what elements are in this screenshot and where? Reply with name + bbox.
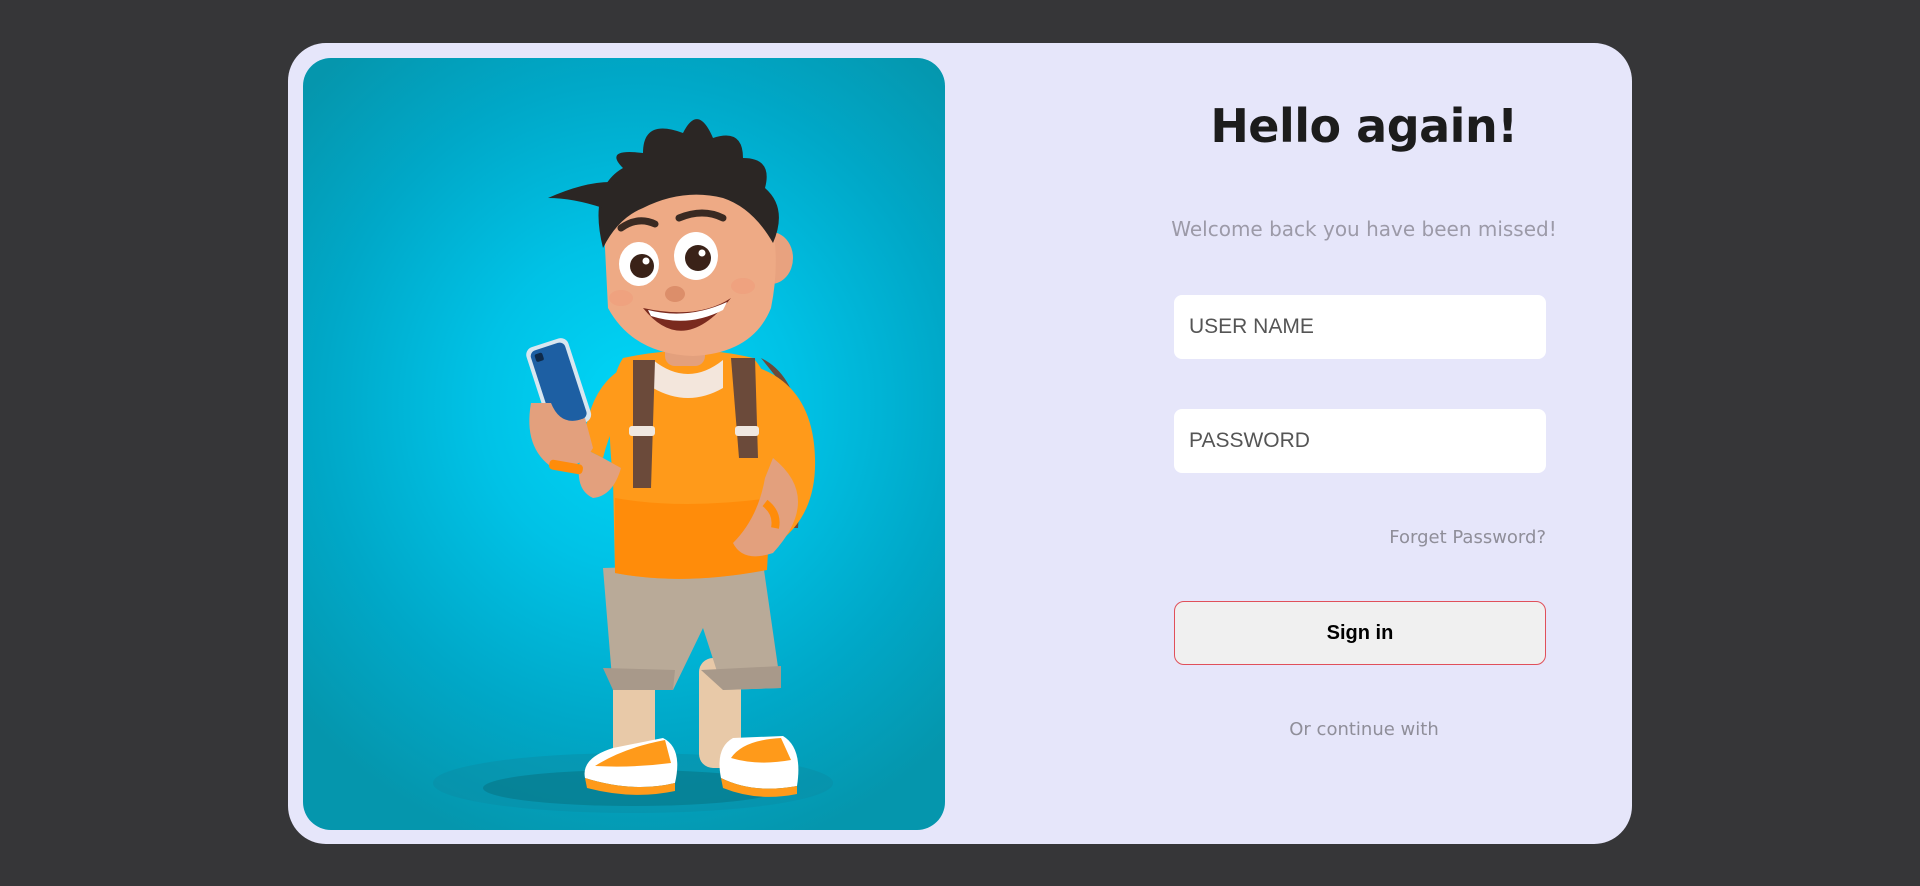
welcome-subtitle: Welcome back you have been missed! — [1171, 217, 1557, 241]
continue-with-label: Or continue with — [1289, 719, 1439, 740]
login-form: Hello again! Welcome back you have been … — [1166, 43, 1562, 844]
forgot-password-link[interactable]: Forget Password? — [1389, 527, 1546, 548]
password-input[interactable] — [1174, 409, 1546, 473]
sign-in-button[interactable]: Sign in — [1174, 601, 1546, 665]
page-title: Hello again! — [1210, 99, 1518, 153]
username-input[interactable] — [1174, 295, 1546, 359]
login-card: Hello again! Welcome back you have been … — [288, 43, 1632, 844]
hero-illustration — [303, 58, 945, 830]
cartoon-boy-image — [433, 119, 833, 813]
